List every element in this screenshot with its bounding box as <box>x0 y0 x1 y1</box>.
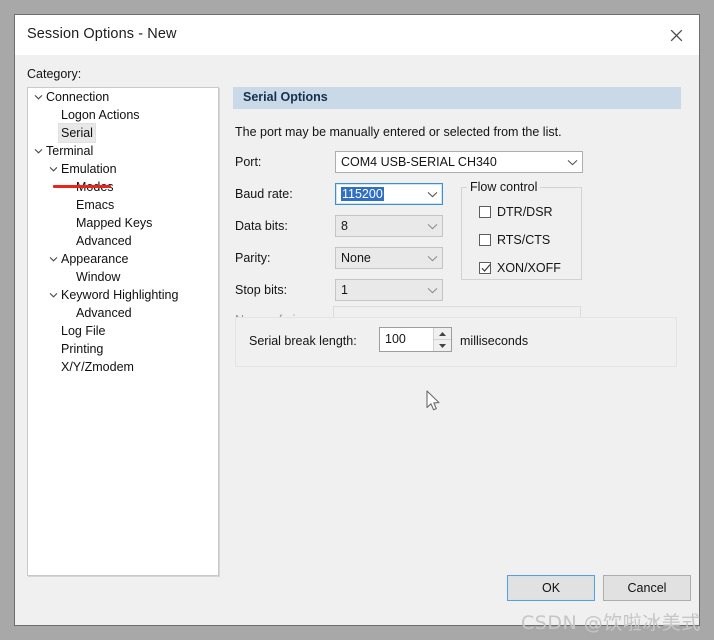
stop-bits-value: 1 <box>341 283 348 297</box>
window-title: Session Options - New <box>27 26 177 42</box>
sidebar-item-label: X/Y/Zmodem <box>61 360 134 374</box>
flow-control-legend: Flow control <box>467 180 541 194</box>
sidebar-item-label: Printing <box>61 342 104 356</box>
section-header-title: Serial Options <box>243 90 328 104</box>
serial-annotation-underline <box>53 185 111 188</box>
parity-label: Parity: <box>235 251 271 265</box>
sidebar-item-mapped-keys[interactable]: Mapped Keys <box>28 214 218 232</box>
chevron-down-icon[interactable] <box>32 148 44 154</box>
spinner-down-button[interactable] <box>434 340 451 351</box>
section-header: Serial Options <box>233 87 681 109</box>
sidebar-item-label: Serial <box>58 123 96 143</box>
chevron-down-icon <box>422 255 442 262</box>
sidebar-item-label: Advanced <box>76 306 132 320</box>
field-row-stop-bits: Stop bits: 1 <box>235 279 683 301</box>
chevron-down-icon <box>562 159 582 166</box>
baud-rate-label: Baud rate: <box>235 187 293 201</box>
data-bits-label: Data bits: <box>235 219 288 233</box>
serial-options-pane: Serial Options The port may be manually … <box>233 87 681 576</box>
checkbox-label: RTS/CTS <box>497 233 551 247</box>
parity-combobox[interactable]: None <box>335 247 443 269</box>
port-value: COM4 USB-SERIAL CH340 <box>341 155 497 169</box>
category-tree[interactable]: Connection Logon Actions Serial Terminal Emu… <box>27 87 219 576</box>
sidebar-item-label: Appearance <box>61 252 129 266</box>
close-icon <box>670 29 683 42</box>
ok-button[interactable]: OK <box>507 575 595 601</box>
sidebar-item-emulation[interactable]: Emulation <box>28 160 218 178</box>
chevron-down-icon <box>422 191 442 198</box>
checkbox-dtr-dsr[interactable]: DTR/DSR <box>479 205 553 219</box>
sidebar-item-window[interactable]: Window <box>28 268 218 286</box>
chevron-down-icon <box>422 287 442 294</box>
caret-up-icon <box>438 331 447 337</box>
serial-break-value[interactable]: 100 <box>380 328 433 351</box>
data-bits-value: 8 <box>341 219 348 233</box>
watermark: CSDN @饮啦冰美式 <box>521 612 701 634</box>
sidebar-item-connection[interactable]: Connection <box>28 88 218 106</box>
pane-description: The port may be manually entered or sele… <box>235 125 562 139</box>
chevron-down-icon[interactable] <box>47 292 59 298</box>
dialog-body: Category: Connection Logon Actions Serial T… <box>15 55 699 625</box>
close-button[interactable] <box>653 15 699 55</box>
spinner-buttons <box>433 328 451 351</box>
data-bits-combobox[interactable]: 8 <box>335 215 443 237</box>
sidebar-item-label: Terminal <box>46 144 94 158</box>
checkbox-box <box>479 262 491 274</box>
port-combobox[interactable]: COM4 USB-SERIAL CH340 <box>335 151 583 173</box>
sidebar-item-label: Keyword Highlighting <box>61 288 179 302</box>
cancel-button[interactable]: Cancel <box>603 575 691 601</box>
sidebar-item-label: Mapped Keys <box>76 216 153 230</box>
serial-break-label: Serial break length: <box>249 334 357 348</box>
sidebar-item-label: Advanced <box>76 234 132 248</box>
chevron-down-icon[interactable] <box>47 166 59 172</box>
sidebar-item-advanced[interactable]: Advanced <box>28 232 218 250</box>
port-label: Port: <box>235 155 262 169</box>
baud-rate-combobox[interactable]: 115200 <box>335 183 443 205</box>
sidebar-item-log-file[interactable]: Log File <box>28 322 218 340</box>
chevron-down-icon[interactable] <box>32 94 44 100</box>
sidebar-item-serial[interactable]: Serial <box>28 123 218 143</box>
sidebar-item-label: Logon Actions <box>61 108 140 122</box>
stop-bits-combobox[interactable]: 1 <box>335 279 443 301</box>
checkbox-rts-cts[interactable]: RTS/CTS <box>479 233 550 247</box>
session-options-dialog: Session Options - New Category: Connecti… <box>14 14 700 626</box>
field-row-data-bits: Data bits: 8 <box>235 215 683 237</box>
sidebar-item-label: Connection <box>46 90 110 104</box>
baud-rate-value: 115200 <box>341 187 384 201</box>
sidebar-item-label: Log File <box>61 324 106 338</box>
category-label: Category: <box>27 67 82 81</box>
serial-break-units: milliseconds <box>460 334 529 348</box>
serial-break-spinner[interactable]: 100 <box>379 327 452 352</box>
sidebar-item-x-y-zmodem[interactable]: X/Y/Zmodem <box>28 358 218 376</box>
chevron-down-icon[interactable] <box>47 256 59 262</box>
checkbox-xon-xoff[interactable]: XON/XOFF <box>479 261 561 275</box>
checkbox-box <box>479 206 491 218</box>
caret-down-icon <box>438 343 447 349</box>
title-bar: Session Options - New <box>15 15 699 55</box>
sidebar-item-advanced[interactable]: Advanced <box>28 304 218 322</box>
sidebar-item-appearance[interactable]: Appearance <box>28 250 218 268</box>
field-row-port: Port: COM4 USB-SERIAL CH340 <box>235 151 683 173</box>
field-row-baud-rate: Baud rate: 115200 <box>235 183 683 205</box>
sidebar-item-printing[interactable]: Printing <box>28 340 218 358</box>
spinner-up-button[interactable] <box>434 328 451 340</box>
sidebar-item-keyword-highlighting[interactable]: Keyword Highlighting <box>28 286 218 304</box>
checkbox-box <box>479 234 491 246</box>
checkbox-label: XON/XOFF <box>497 261 561 275</box>
sidebar-item-emacs[interactable]: Emacs <box>28 196 218 214</box>
chevron-down-icon <box>422 223 442 230</box>
sidebar-item-label: Window <box>76 270 121 284</box>
checkbox-label: DTR/DSR <box>497 205 553 219</box>
sidebar-item-terminal[interactable]: Terminal <box>28 142 218 160</box>
parity-value: None <box>341 251 371 265</box>
sidebar-item-logon-actions[interactable]: Logon Actions <box>28 106 218 124</box>
field-row-parity: Parity: None <box>235 247 683 269</box>
sidebar-item-label: Emacs <box>76 198 115 212</box>
sidebar-item-label: Emulation <box>61 162 117 176</box>
stop-bits-label: Stop bits: <box>235 283 288 297</box>
